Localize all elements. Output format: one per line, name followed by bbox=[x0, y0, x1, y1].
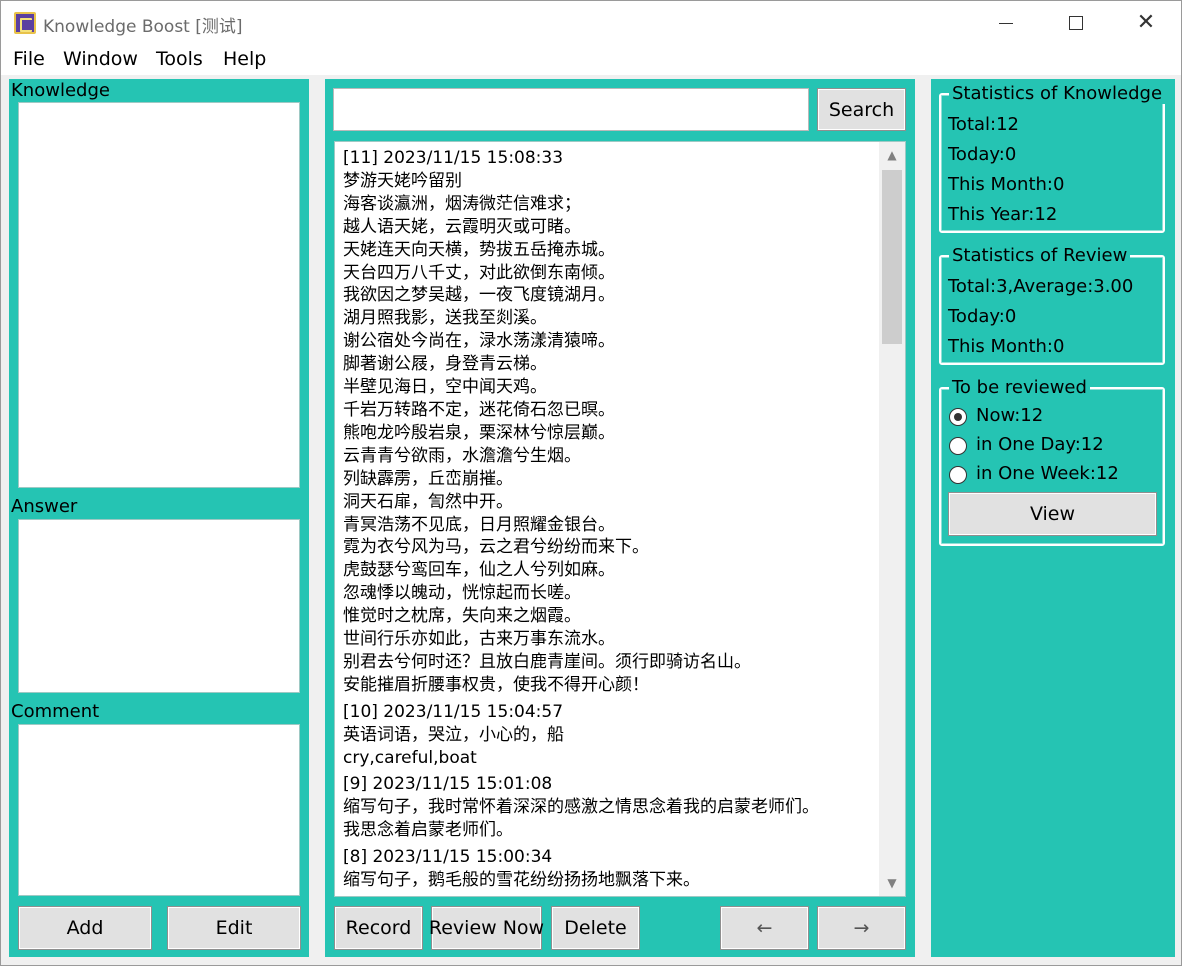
comment-label: Comment bbox=[11, 701, 100, 722]
menu-file[interactable]: File bbox=[13, 48, 45, 70]
record-line: 海客谈瀛洲，烟涛微茫信难求； bbox=[343, 193, 581, 214]
close-button[interactable]: ✕ bbox=[1123, 1, 1169, 45]
record-line: 谢公宿处今尚在，渌水荡漾清猿啼。 bbox=[343, 331, 615, 352]
title-bar[interactable]: Knowledge Boost [测试] ✕ bbox=[1, 1, 1181, 45]
statistics-panel: Statistics of Knowledge Total:12 Today:0… bbox=[931, 79, 1175, 957]
search-button[interactable]: Search bbox=[817, 88, 906, 131]
record-line: 安能摧眉折腰事权贵，使我不得开心颜！ bbox=[343, 674, 649, 695]
arrow-left-icon: ← bbox=[756, 917, 773, 939]
knowledge-today: Today:0 bbox=[948, 144, 1017, 165]
record-line: 半壁见海日，空中闻天鸡。 bbox=[343, 377, 547, 398]
knowledge-stats-group: Statistics of Knowledge Total:12 Today:0… bbox=[939, 83, 1166, 233]
record-line: 世间行乐亦如此，古来万事东流水。 bbox=[343, 629, 615, 650]
record-line: 虎鼓瑟兮鸾回车，仙之人兮列如麻。 bbox=[343, 560, 615, 581]
radio-one-week-label[interactable]: in One Week:12 bbox=[976, 463, 1119, 484]
record-line: 梦游天姥吟留别 bbox=[343, 170, 462, 191]
comment-input[interactable] bbox=[18, 724, 300, 896]
record-line: 缩写句子，鹅毛般的雪花纷纷扬扬地飘落下来。 bbox=[343, 870, 700, 891]
knowledge-stats-title: Statistics of Knowledge bbox=[949, 83, 1166, 104]
review-stats-group: Statistics of Review Total:3,Average:3.0… bbox=[939, 245, 1165, 365]
close-icon: ✕ bbox=[1136, 10, 1156, 35]
record-entry[interactable]: [8] 2023/11/15 15:00:34 缩写句子，鹅毛般的雪花纷纷扬扬地飘… bbox=[343, 846, 878, 892]
record-line: 英语词语，哭泣，小心的，船 bbox=[343, 724, 564, 745]
record-line: 青冥浩荡不见底，日月照耀金银台。 bbox=[343, 514, 615, 535]
record-line: 天台四万八千丈，对此欲倒东南倾。 bbox=[343, 262, 615, 283]
record-line: 越人语天姥，云霞明灭或可睹。 bbox=[343, 216, 581, 237]
answer-input[interactable] bbox=[18, 519, 300, 693]
minimize-icon bbox=[999, 22, 1013, 24]
search-input[interactable] bbox=[333, 88, 809, 131]
record-line: 缩写句子，我时常怀着深深的感激之情思念着我的启蒙老师们。 bbox=[343, 797, 819, 818]
record-list[interactable]: [11] 2023/11/15 15:08:33 梦游天姥吟留别 海客谈瀛洲，烟涛微… bbox=[334, 141, 906, 897]
knowledge-total: Total:12 bbox=[948, 114, 1020, 135]
app-window: Knowledge Boost [测试] ✕ File Window Tools… bbox=[0, 0, 1182, 966]
knowledge-this-month: This Month:0 bbox=[948, 174, 1065, 195]
record-line: 洞天石扉，訇然中开。 bbox=[343, 491, 513, 512]
review-today: Today:0 bbox=[948, 306, 1017, 327]
review-now-button[interactable]: Review Now bbox=[429, 906, 544, 950]
add-button[interactable]: Add bbox=[18, 906, 152, 950]
record-line: 别君去兮何时还？且放白鹿青崖间。须行即骑访名山。 bbox=[343, 651, 751, 672]
radio-one-day-label[interactable]: in One Day:12 bbox=[976, 434, 1104, 455]
radio-one-day[interactable] bbox=[949, 437, 967, 455]
records-panel: Search [11] 2023/11/15 15:08:33 梦游天姥吟留别 海客… bbox=[325, 79, 915, 957]
knowledge-input[interactable] bbox=[18, 102, 300, 488]
menu-window[interactable]: Window bbox=[63, 48, 138, 70]
previous-page-button[interactable]: ← bbox=[720, 906, 809, 950]
to-review-title: To be reviewed bbox=[949, 377, 1090, 398]
menu-bar: File Window Tools Help bbox=[1, 45, 1181, 75]
record-line: 我思念着启蒙老师们。 bbox=[343, 820, 513, 841]
record-scrollbar[interactable]: ▲ ▼ bbox=[879, 142, 905, 896]
knowledge-this-year: This Year:12 bbox=[948, 204, 1058, 225]
review-this-month: This Month:0 bbox=[948, 336, 1065, 357]
maximize-button[interactable] bbox=[1053, 1, 1099, 45]
delete-button[interactable]: Delete bbox=[551, 906, 640, 950]
radio-now[interactable] bbox=[949, 408, 967, 426]
edit-button[interactable]: Edit bbox=[167, 906, 301, 950]
view-button[interactable]: View bbox=[948, 492, 1157, 536]
scroll-thumb[interactable] bbox=[882, 170, 902, 344]
minimize-button[interactable] bbox=[983, 1, 1029, 45]
record-button[interactable]: Record bbox=[334, 906, 423, 950]
record-header: [9] 2023/11/15 15:01:08 bbox=[343, 774, 553, 795]
record-header: [10] 2023/11/15 15:04:57 bbox=[343, 701, 564, 722]
next-page-button[interactable]: → bbox=[817, 906, 906, 950]
record-line: 忽魂悸以魄动，恍惊起而长嗟。 bbox=[343, 583, 581, 604]
record-line: cry,careful,boat bbox=[343, 747, 477, 768]
record-entry[interactable]: [9] 2023/11/15 15:01:08 缩写句子，我时常怀着深深的感激之情… bbox=[343, 773, 878, 842]
record-line: 熊咆龙吟殷岩泉，栗深林兮惊层巅。 bbox=[343, 422, 615, 443]
arrow-right-icon: → bbox=[853, 917, 870, 939]
record-line: 惟觉时之枕席，失向来之烟霞。 bbox=[343, 606, 581, 627]
review-stats-title: Statistics of Review bbox=[949, 245, 1131, 266]
window-title: Knowledge Boost [测试] bbox=[43, 17, 243, 37]
record-entry[interactable]: [11] 2023/11/15 15:08:33 梦游天姥吟留别 海客谈瀛洲，烟涛微… bbox=[343, 147, 878, 697]
record-line: 列缺霹雳，丘峦崩摧。 bbox=[343, 468, 513, 489]
record-line: 脚著谢公屐，身登青云梯。 bbox=[343, 354, 547, 375]
record-entry[interactable]: [10] 2023/11/15 15:04:57 英语词语，哭泣，小心的，船 cry… bbox=[343, 701, 878, 770]
scroll-down-icon[interactable]: ▼ bbox=[879, 870, 905, 896]
knowledge-label: Knowledge bbox=[11, 80, 110, 101]
record-list-content: [11] 2023/11/15 15:08:33 梦游天姥吟留别 海客谈瀛洲，烟涛微… bbox=[343, 147, 878, 896]
record-line: 千岩万转路不定，迷花倚石忽已暝。 bbox=[343, 399, 615, 420]
knowledge-editor-panel: Knowledge Answer Comment Add Edit bbox=[9, 79, 309, 957]
radio-one-week[interactable] bbox=[949, 466, 967, 484]
radio-now-label[interactable]: Now:12 bbox=[976, 405, 1043, 426]
record-line: 霓为衣兮风为马，云之君兮纷纷而来下。 bbox=[343, 537, 649, 558]
record-line: 湖月照我影，送我至剡溪。 bbox=[343, 308, 547, 329]
menu-help[interactable]: Help bbox=[223, 48, 266, 70]
record-header: [11] 2023/11/15 15:08:33 bbox=[343, 148, 564, 168]
record-line: 云青青兮欲雨，水澹澹兮生烟。 bbox=[343, 445, 581, 466]
scroll-up-icon[interactable]: ▲ bbox=[879, 142, 905, 168]
answer-label: Answer bbox=[11, 496, 78, 517]
record-line: 我欲因之梦吴越，一夜飞度镜湖月。 bbox=[343, 285, 615, 306]
review-total: Total:3,Average:3.00 bbox=[948, 276, 1134, 297]
record-line: 天姥连天向天横，势拔五岳掩赤城。 bbox=[343, 239, 615, 260]
maximize-icon bbox=[1069, 16, 1083, 30]
app-icon bbox=[14, 12, 36, 34]
menu-tools[interactable]: Tools bbox=[156, 48, 203, 70]
record-header: [8] 2023/11/15 15:00:34 bbox=[343, 847, 553, 868]
to-review-group: To be reviewed Now:12 in One Day:12 in O… bbox=[939, 377, 1165, 546]
